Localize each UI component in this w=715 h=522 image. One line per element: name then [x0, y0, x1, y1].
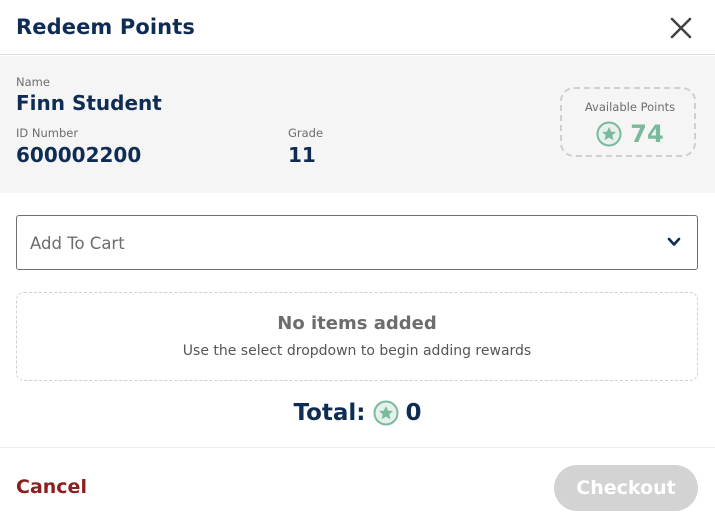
student-name: Finn Student — [16, 91, 162, 115]
close-icon[interactable] — [666, 13, 696, 43]
student-id: 600002200 — [16, 143, 142, 167]
checkout-button[interactable]: Checkout — [554, 465, 698, 511]
add-to-cart-placeholder: Add To Cart — [30, 234, 125, 253]
star-badge-icon — [596, 121, 622, 147]
grade-label: Grade — [288, 126, 324, 140]
id-number-label: ID Number — [16, 126, 79, 140]
available-points-badge: Available Points 74 — [560, 87, 696, 157]
student-grade: 11 — [288, 143, 316, 167]
cancel-button[interactable]: Cancel — [16, 476, 87, 498]
empty-cart-subtitle: Use the select dropdown to begin adding … — [182, 343, 532, 359]
empty-cart-title: No items added — [277, 313, 437, 334]
total-value: 0 — [405, 400, 422, 426]
available-points-label: Available Points — [584, 100, 676, 114]
total-row: Total: 0 — [0, 400, 715, 426]
available-points-value: 74 — [630, 120, 664, 148]
star-badge-icon — [373, 400, 399, 426]
name-label: Name — [16, 75, 50, 89]
empty-cart-placeholder: No items added Use the select dropdown t… — [16, 292, 698, 381]
dialog-header: Redeem Points — [0, 0, 715, 55]
dialog-title: Redeem Points — [16, 15, 195, 39]
total-label: Total: — [293, 400, 366, 426]
add-to-cart-select[interactable]: Add To Cart — [16, 215, 698, 270]
chevron-down-icon — [667, 237, 681, 246]
